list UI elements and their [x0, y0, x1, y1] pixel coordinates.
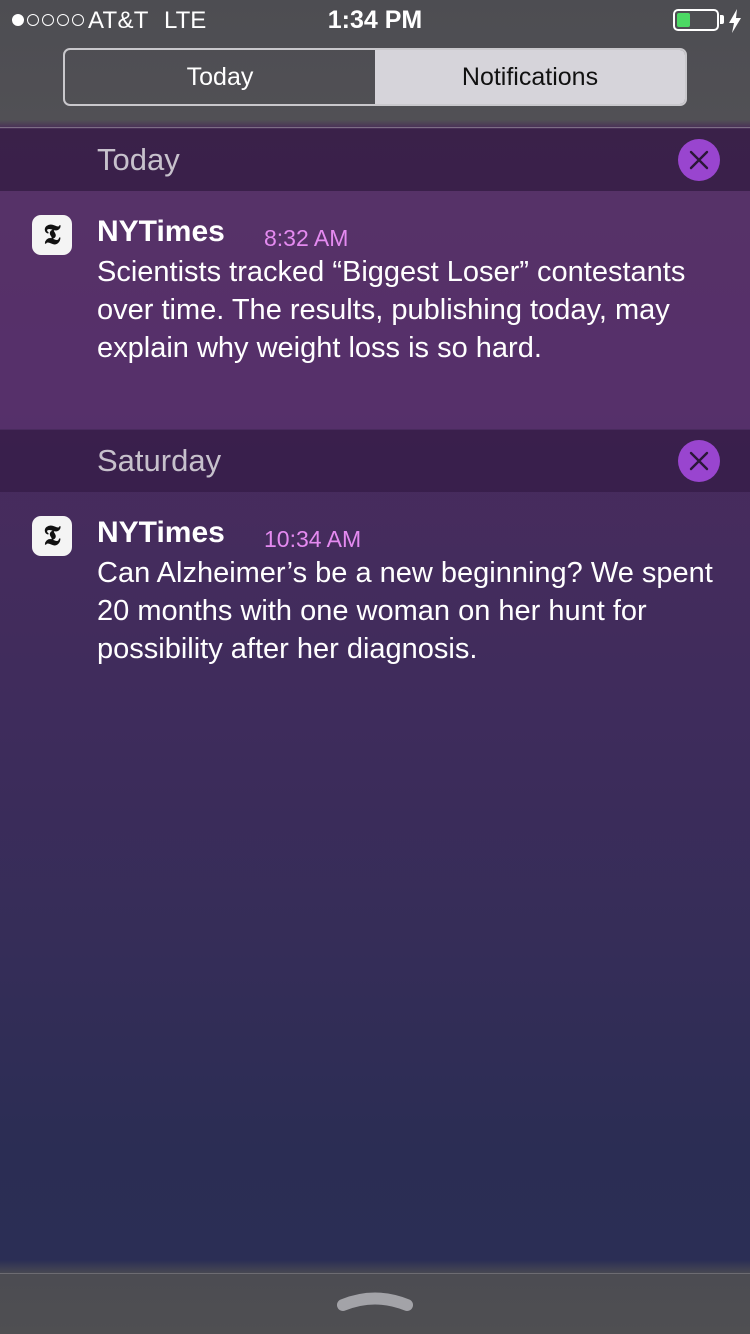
section-title: Saturday	[97, 443, 222, 478]
tab-today[interactable]: Today	[65, 50, 375, 104]
notification-body: Can Alzheimer’s be a new beginning? We s…	[97, 557, 713, 665]
section-header-saturday: Saturday	[0, 430, 750, 492]
bottom-divider	[0, 1273, 750, 1274]
nytimes-app-icon: 𝕿	[32, 215, 72, 255]
close-icon	[689, 150, 709, 170]
tab-notifications[interactable]: Notifications	[375, 50, 685, 104]
notification-time: 8:32 AM	[264, 225, 349, 251]
header-divider	[0, 127, 750, 128]
notification-app-name: NYTimes	[97, 516, 225, 549]
battery-icon	[673, 9, 719, 31]
notification-item[interactable]: 𝕿 NYTimes 8:32 AM Scientists tracked “Bi…	[0, 191, 750, 429]
status-time: 1:34 PM	[327, 6, 423, 34]
clear-section-button[interactable]	[678, 440, 720, 482]
close-icon	[689, 451, 709, 471]
battery-level	[677, 13, 690, 27]
section-title: Today	[97, 142, 180, 177]
chevron-up-handle-icon[interactable]	[337, 1288, 413, 1314]
battery-nub	[720, 15, 724, 24]
nytimes-app-icon: 𝕿	[32, 516, 72, 556]
notification-body: Scientists tracked “Biggest Loser” conte…	[97, 256, 686, 364]
clear-section-button[interactable]	[678, 139, 720, 181]
notification-item[interactable]: 𝕿 NYTimes 10:34 AM Can Alzheimer’s be a …	[0, 492, 750, 682]
charging-bolt-icon	[729, 9, 741, 33]
notification-app-name: NYTimes	[97, 215, 225, 248]
notification-time: 10:34 AM	[264, 526, 362, 552]
view-switcher: Today Notifications	[63, 48, 687, 106]
status-bar: AT&T LTE 1:34 PM	[0, 0, 750, 40]
section-header-today: Today	[0, 129, 750, 191]
